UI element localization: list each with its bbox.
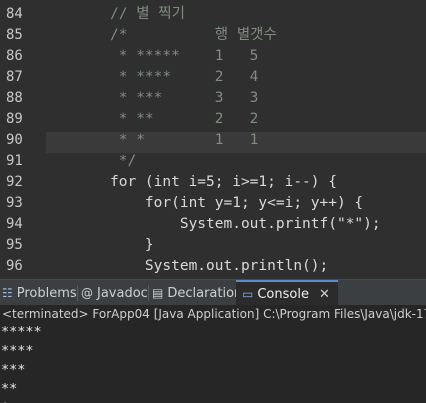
line-number: 84 bbox=[6, 6, 23, 22]
line-number: 94 bbox=[6, 216, 23, 232]
line-number: 96 bbox=[6, 258, 23, 274]
line-number: 89 bbox=[6, 111, 23, 127]
code-line[interactable]: System.out.println(); bbox=[110, 256, 328, 277]
line-number: 86 bbox=[6, 48, 23, 64]
code-line[interactable]: // 별 찍기 bbox=[110, 4, 185, 25]
line-number: 88 bbox=[6, 90, 23, 106]
tab-declaration[interactable]: ▤ Declaration bbox=[152, 280, 242, 306]
console-status: <terminated> ForApp04 [Java Application]… bbox=[2, 307, 426, 321]
tab-label: Declaration bbox=[167, 285, 243, 301]
console-line: * bbox=[1, 399, 9, 403]
code-line[interactable]: } bbox=[110, 235, 154, 256]
line-number: 95 bbox=[6, 237, 23, 253]
console-line: **** bbox=[1, 343, 34, 359]
code-line[interactable]: * ***** 1 5 bbox=[110, 46, 259, 67]
console-line: *** bbox=[1, 362, 26, 378]
code-line[interactable]: for(int y=1; y<=i; y++) { bbox=[110, 193, 363, 214]
tab-problems[interactable]: ☷ Problems bbox=[2, 280, 77, 306]
code-line[interactable]: for (int i=5; i>=1; i--) { bbox=[110, 172, 337, 193]
code-line[interactable]: System.out.printf("*"); bbox=[110, 214, 381, 235]
code-line[interactable]: */ bbox=[110, 151, 136, 172]
console-icon: ▭ bbox=[242, 287, 254, 301]
code-editor[interactable]: 84 // 별 찍기 85 /* 행 별갯수 86 * ***** 1 5 87… bbox=[0, 0, 426, 279]
line-number: 87 bbox=[6, 69, 23, 85]
tab-label: Console bbox=[257, 286, 309, 302]
code-line[interactable]: /* 행 별갯수 bbox=[110, 25, 277, 46]
line-number: 91 bbox=[6, 153, 23, 169]
tab-separator bbox=[148, 285, 149, 301]
javadoc-icon: @ bbox=[81, 286, 93, 300]
tab-javadoc[interactable]: @ Javadoc bbox=[81, 280, 148, 306]
code-line[interactable]: * **** 2 4 bbox=[110, 67, 259, 88]
console-line: ** bbox=[1, 381, 18, 397]
line-number: 90 bbox=[6, 132, 23, 148]
line-number: 92 bbox=[6, 174, 23, 190]
console-line: ***** bbox=[1, 324, 42, 340]
bottom-panel-tabs: ☷ Problems @ Javadoc ▤ Declaration ▭ Con… bbox=[0, 279, 426, 306]
console-output[interactable]: <terminated> ForApp04 [Java Application]… bbox=[0, 305, 426, 403]
line-number: 85 bbox=[6, 27, 23, 43]
problems-icon: ☷ bbox=[2, 286, 13, 300]
tab-console[interactable]: ▭ Console ✕ bbox=[236, 280, 338, 306]
declaration-icon: ▤ bbox=[152, 286, 164, 300]
line-number: 93 bbox=[6, 195, 23, 211]
code-line[interactable]: * *** 3 3 bbox=[110, 88, 259, 109]
code-line[interactable]: * ** 2 2 bbox=[110, 109, 259, 130]
code-line[interactable]: * * 1 1 bbox=[110, 130, 259, 151]
tab-label: Javadoc bbox=[97, 285, 148, 301]
tab-separator bbox=[77, 285, 78, 301]
tab-label: Problems bbox=[16, 285, 77, 301]
close-icon[interactable]: ✕ bbox=[319, 287, 330, 302]
